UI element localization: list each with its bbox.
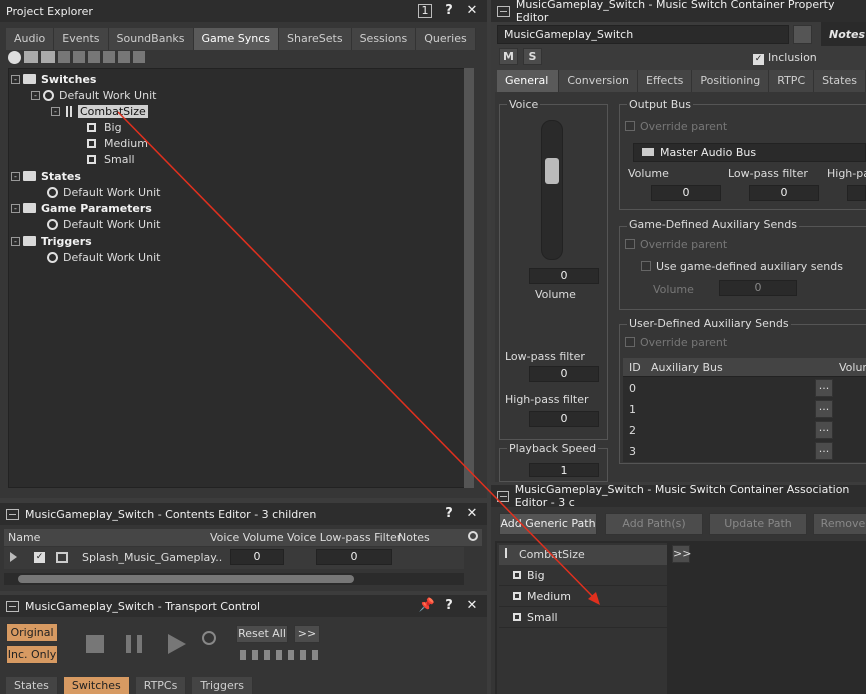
drag-arrow-line xyxy=(117,111,597,601)
drag-arrow-annotation xyxy=(117,111,600,605)
